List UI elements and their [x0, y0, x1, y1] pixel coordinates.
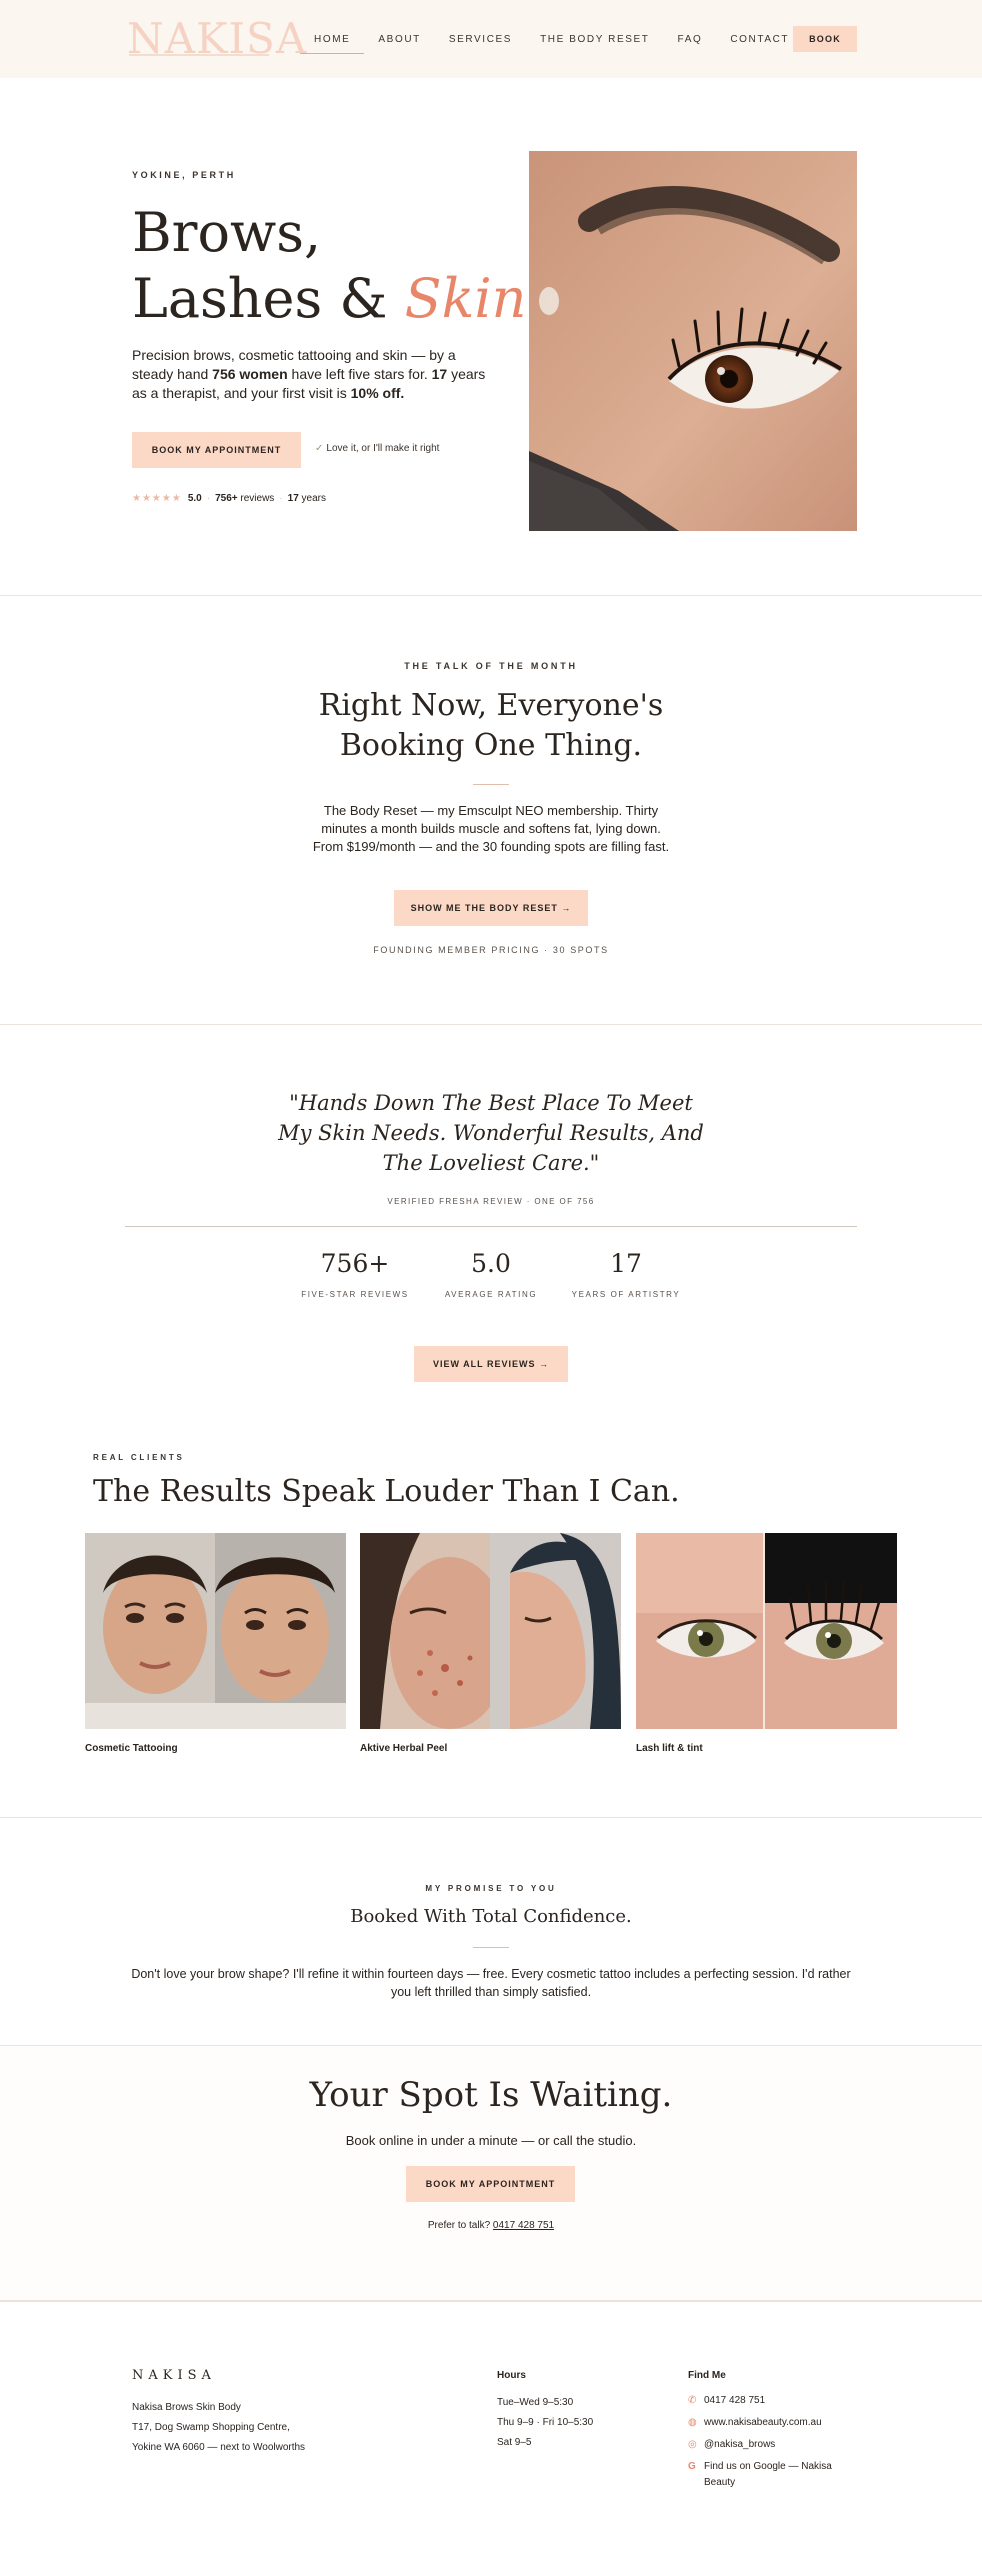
- talk-body: The Body Reset — my Emsculpt NEO members…: [312, 803, 670, 854]
- nav-book-button[interactable]: BOOK: [793, 26, 857, 52]
- stat-years: 17 YEARS OF ARTISTRY: [571, 1249, 681, 1299]
- nav-links: HOME ABOUT SERVICES THE BODY RESET FAQ C…: [300, 0, 803, 78]
- title-rule: [473, 1947, 509, 1948]
- spot-subtitle: Book online in under a minute — or call …: [345, 2133, 637, 2148]
- nav-link-faq[interactable]: FAQ: [664, 0, 717, 78]
- find-me-list: ✆ 0417 428 751 ◍ www.nakisabeauty.com.au…: [688, 2393, 838, 2497]
- footer-address: Nakisa Brows Skin Body T17, Dog Swamp Sh…: [132, 2402, 306, 2453]
- view-reviews-button[interactable]: VIEW ALL REVIEWS →: [414, 1346, 568, 1382]
- hero-stats: ★★★★★ 5.0 · 756+ reviews · 17 years: [132, 493, 326, 504]
- promise-eyebrow: MY PROMISE TO YOU: [425, 1884, 557, 1893]
- founding-pricing-note: FOUNDING MEMBER PRICING · 30 SPOTS: [373, 945, 609, 955]
- promise-title: Booked With Total Confidence.: [350, 1906, 632, 1927]
- find-me-title: Find Me: [688, 2370, 726, 2381]
- phone-link[interactable]: ✆ 0417 428 751: [688, 2393, 838, 2409]
- phone-icon: ✆: [688, 2395, 697, 2406]
- review-quote: "Hands Down The Best Place To Meet My Sk…: [278, 1091, 704, 1175]
- logo[interactable]: NAKISA: [127, 14, 306, 64]
- footer-divider: [0, 2300, 982, 2302]
- section-divider: [0, 1024, 982, 1025]
- body-reset-button[interactable]: SHOW ME THE BODY RESET →: [394, 890, 588, 926]
- star-rating-icon: ★★★★★: [132, 493, 182, 504]
- result-card[interactable]: Cosmetic Tattooing: [85, 1533, 346, 1754]
- google-icon: G: [688, 2461, 696, 2472]
- nav-link-body-reset[interactable]: THE BODY RESET: [526, 0, 663, 78]
- check-icon: ✓: [315, 443, 324, 454]
- title-rule: [473, 784, 509, 785]
- website-link[interactable]: ◍ www.nakisabeauty.com.au: [688, 2415, 838, 2431]
- globe-icon: ◍: [688, 2417, 697, 2428]
- stat-rating: 5.0 AVERAGE RATING: [444, 1249, 538, 1299]
- review-source: VERIFIED FRESHA REVIEW · ONE OF 756: [387, 1197, 595, 1206]
- result-photo-lash-lift: [636, 1533, 897, 1729]
- result-card[interactable]: Lash lift & tint: [636, 1533, 897, 1754]
- spot-title: Your Spot Is Waiting.: [309, 2075, 673, 2115]
- result-card[interactable]: Aktive Herbal Peel: [360, 1533, 621, 1754]
- hours-title: Hours: [497, 2370, 526, 2381]
- result-photo-tattooing: [85, 1533, 346, 1729]
- logo-underline: [129, 54, 269, 56]
- review-rule: [125, 1226, 857, 1227]
- instagram-link[interactable]: ◎ @nakisa_brows: [688, 2437, 838, 2453]
- book-appointment-button[interactable]: BOOK MY APPOINTMENT: [132, 432, 301, 468]
- instagram-icon: ◎: [688, 2439, 697, 2450]
- book-appointment-button[interactable]: BOOK MY APPOINTMENT: [406, 2166, 575, 2202]
- talk-title: Right Now, Everyone's Booking One Thing.: [318, 688, 664, 763]
- hero-title: Brows, Lashes & Skin.: [132, 201, 544, 330]
- results-title: The Results Speak Louder Than I Can.: [93, 1474, 680, 1509]
- top-nav: NAKISA HOME ABOUT SERVICES THE BODY RESE…: [0, 0, 982, 78]
- section-divider: [0, 2045, 982, 2046]
- phone-link[interactable]: 0417 428 751: [493, 2220, 554, 2231]
- promise-body: Don't love your brow shape? I'll refine …: [131, 1967, 851, 1999]
- hero-eye-photo: [529, 151, 857, 531]
- nav-link-contact[interactable]: CONTACT: [716, 0, 803, 78]
- talk-eyebrow: THE TALK OF THE MONTH: [404, 661, 578, 671]
- result-photo-peel: [360, 1533, 621, 1729]
- stat-reviews: 756+ FIVE-STAR REVIEWS: [301, 1249, 409, 1299]
- guarantee-note: ✓ Love it, or I'll make it right: [315, 443, 440, 454]
- google-link[interactable]: G Find us on Google — Nakisa Beauty: [688, 2459, 838, 2491]
- hero-location: YOKINE, PERTH: [132, 170, 236, 180]
- hero-body: Precision brows, cosmetic tattooing and …: [132, 347, 486, 401]
- section-divider: [0, 595, 982, 596]
- hours-list: Tue–Wed 9–5:30 Thu 9–9 · Fri 10–5:30 Sat…: [497, 2397, 594, 2448]
- footer-logo[interactable]: NAKISA: [132, 2368, 216, 2383]
- nav-link-home[interactable]: HOME: [300, 0, 365, 78]
- section-divider: [0, 1817, 982, 1818]
- results-eyebrow: REAL CLIENTS: [93, 1453, 185, 1462]
- prefer-to-talk: Prefer to talk? 0417 428 751: [427, 2220, 555, 2231]
- nav-link-services[interactable]: SERVICES: [435, 0, 526, 78]
- nav-link-about[interactable]: ABOUT: [364, 0, 434, 78]
